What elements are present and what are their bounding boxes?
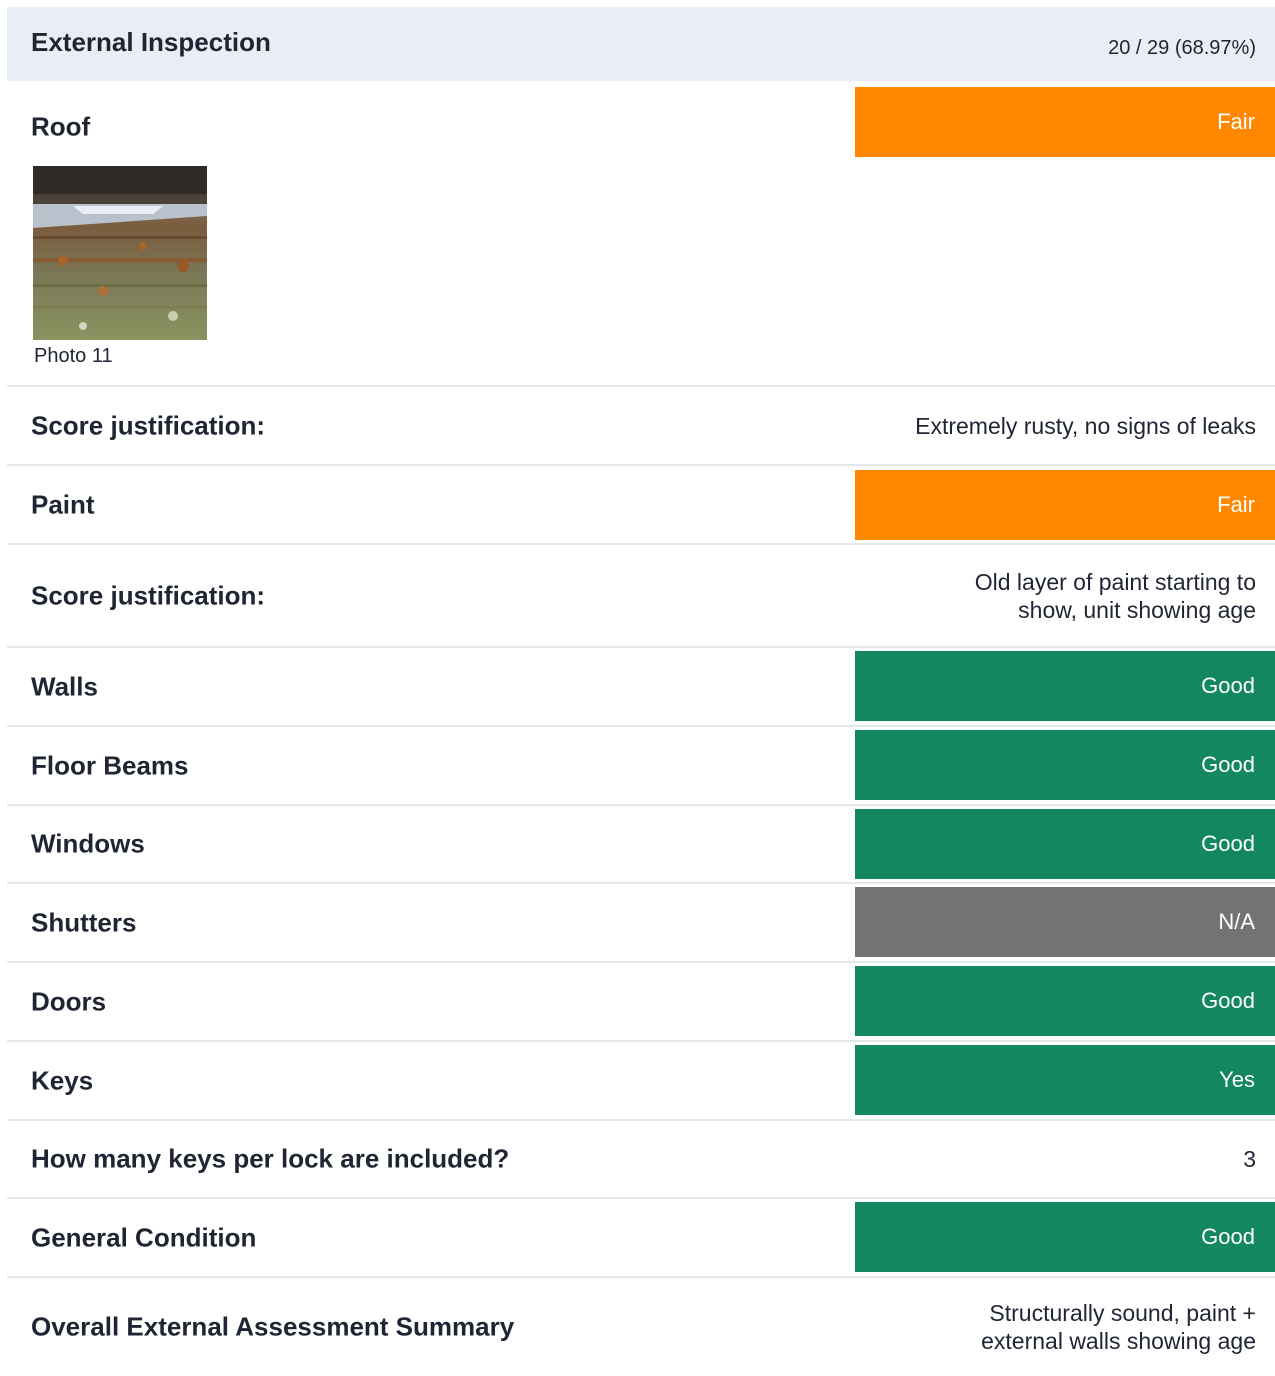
general-condition-row: General Condition Good — [7, 1199, 1275, 1278]
section-header: External Inspection 20 / 29 (68.97%) — [7, 7, 1275, 81]
walls-label: Walls — [31, 671, 98, 701]
roof-justification-text: Extremely rusty, no signs of leaks — [915, 412, 1256, 439]
paint-justification-text: Old layer of paint starting to show, uni… — [975, 568, 1256, 624]
roof-row: Roof Fair Photo 11 — [7, 81, 1275, 387]
floor-beams-row: Floor Beams Good — [7, 727, 1275, 806]
keys-per-lock-row: How many keys per lock are included? 3 — [7, 1121, 1275, 1199]
windows-label: Windows — [31, 828, 145, 859]
floor-beams-rating-badge: Good — [855, 730, 1275, 800]
shutters-label: Shutters — [31, 907, 137, 937]
paint-justification-line-2: show, unit showing age — [1018, 596, 1256, 623]
keys-per-lock-label: How many keys per lock are included? — [31, 1143, 510, 1174]
keys-row: Keys Yes — [7, 1042, 1275, 1121]
keys-rating: Yes — [1219, 1067, 1255, 1092]
roof-rating-badge: Fair — [855, 87, 1275, 157]
paint-rating-badge: Fair — [855, 470, 1275, 540]
roof-justification-row: Score justification: Extremely rusty, no… — [7, 387, 1275, 466]
windows-rating-badge: Good — [855, 809, 1275, 879]
walls-rating: Good — [1201, 673, 1255, 698]
shutters-rating: N/A — [1218, 909, 1255, 934]
summary-row: Overall External Assessment Summary Stru… — [7, 1278, 1275, 1376]
windows-rating: Good — [1201, 831, 1255, 856]
summary-label: Overall External Assessment Summary — [31, 1311, 515, 1342]
roof-photo-caption: Photo 11 — [34, 345, 113, 367]
floor-beams-label: Floor Beams — [31, 750, 189, 780]
walls-rating-badge: Good — [855, 651, 1275, 721]
roof-rating: Fair — [1217, 109, 1255, 134]
paint-row: Paint Fair — [7, 466, 1275, 545]
general-condition-rating-badge: Good — [855, 1202, 1275, 1272]
keys-rating-badge: Yes — [855, 1045, 1275, 1115]
general-condition-label: General Condition — [31, 1222, 257, 1252]
roof-photo[interactable] — [33, 166, 207, 340]
floor-beams-rating: Good — [1201, 752, 1255, 777]
general-condition-rating: Good — [1201, 1224, 1255, 1249]
shutters-row: Shutters N/A — [7, 884, 1275, 963]
roof-label: Roof — [31, 111, 91, 142]
paint-label: Paint — [31, 489, 95, 519]
section-score: 20 / 29 (68.97%) — [1108, 37, 1256, 59]
summary-line-2: external walls showing age — [981, 1328, 1256, 1354]
paint-justification-line-1: Old layer of paint starting to — [974, 568, 1256, 595]
walls-row: Walls Good — [7, 648, 1275, 727]
paint-justification-row: Score justification: Old layer of paint … — [7, 545, 1275, 648]
shutters-rating-badge: N/A — [855, 887, 1275, 957]
keys-per-lock-value: 3 — [1243, 1146, 1256, 1172]
windows-row: Windows Good — [7, 806, 1275, 884]
keys-label: Keys — [31, 1065, 94, 1095]
paint-rating: Fair — [1217, 492, 1255, 517]
section-title: External Inspection — [31, 27, 271, 57]
paint-justification-label: Score justification: — [31, 580, 266, 610]
doors-row: Doors Good — [7, 963, 1275, 1042]
doors-label: Doors — [31, 986, 107, 1016]
summary-text: Structurally sound, paint + external wal… — [981, 1299, 1256, 1355]
doors-rating: Good — [1201, 988, 1255, 1013]
roof-justification-label: Score justification: — [31, 410, 266, 440]
summary-line-1: Structurally sound, paint + — [989, 1300, 1256, 1326]
doors-rating-badge: Good — [855, 966, 1275, 1036]
roof-photo-image — [33, 166, 207, 340]
